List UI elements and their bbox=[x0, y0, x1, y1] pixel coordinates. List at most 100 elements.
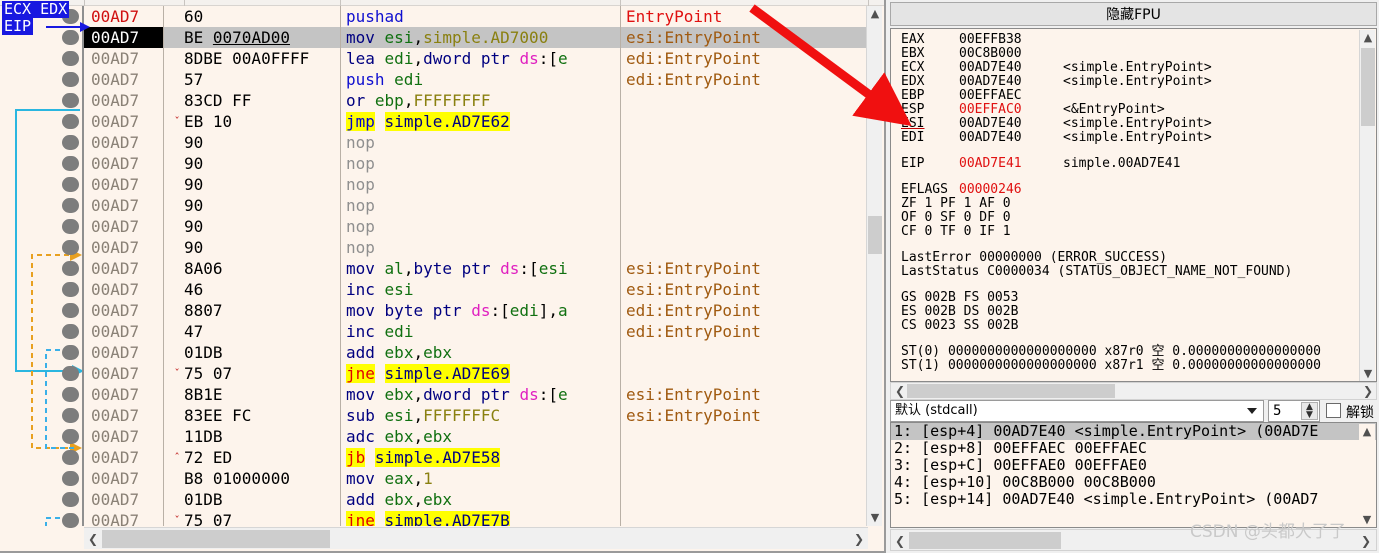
scroll-up-icon[interactable]: ▲ bbox=[1360, 30, 1376, 46]
scroll-right-icon[interactable]: ❯ bbox=[1357, 530, 1375, 552]
breakpoint-dot[interactable] bbox=[62, 177, 79, 192]
disassembly-row[interactable]: 00AD7 11DB adc ebx,ebx bbox=[84, 426, 870, 447]
stack-row[interactable]: 3: [esp+C] 00EFFAE0 00EFFAE0 bbox=[891, 457, 1376, 474]
breakpoint-dot[interactable] bbox=[62, 345, 79, 360]
register-value[interactable]: 00AD7E40 bbox=[959, 117, 1063, 131]
disassembly-row[interactable]: 00AD7 46 inc esi esi:EntryPoint bbox=[84, 279, 870, 300]
disassembly-row[interactable]: 00AD7 ˇ 75 07 jne simple.AD7E69 bbox=[84, 363, 870, 384]
argument-count-stepper[interactable]: 5 ▲ ▼ bbox=[1268, 400, 1320, 422]
disassembly-row[interactable]: 00AD7 90 nop bbox=[84, 132, 870, 153]
breakpoint-dot[interactable] bbox=[62, 429, 79, 444]
register-value[interactable]: 00EFFB38 bbox=[959, 33, 1063, 47]
register-row[interactable]: ECX 00AD7E40 <simple.EntryPoint> bbox=[891, 61, 1376, 75]
breakpoint-dot[interactable] bbox=[62, 513, 79, 528]
register-row[interactable]: EDI 00AD7E40 <simple.EntryPoint> bbox=[891, 131, 1376, 145]
breakpoint-dot[interactable] bbox=[62, 72, 79, 87]
disassembly-row[interactable]: 00AD7 90 nop bbox=[84, 216, 870, 237]
breakpoint-dot[interactable] bbox=[62, 93, 79, 108]
registers-horizontal-scrollbar[interactable]: ❮ ❯ bbox=[890, 382, 1377, 400]
scroll-left-icon[interactable]: ❮ bbox=[891, 530, 909, 552]
disassembly-row[interactable]: 00AD7 01DB add ebx,ebx bbox=[84, 342, 870, 363]
breakpoint-dot[interactable] bbox=[62, 114, 79, 129]
breakpoint-dot[interactable] bbox=[62, 408, 79, 423]
scroll-down-icon[interactable]: ▼ bbox=[867, 510, 883, 526]
breakpoint-dot[interactable] bbox=[62, 471, 79, 486]
register-value[interactable]: 00EFFAEC bbox=[959, 89, 1063, 103]
register-row[interactable]: ESI 00AD7E40 <simple.EntryPoint> bbox=[891, 117, 1376, 131]
stack-row[interactable]: 2: [esp+8] 00EFFAEC 00EFFAEC bbox=[891, 440, 1376, 457]
disassembly-row[interactable]: 00AD7 83CD FF or ebp,FFFFFFFF bbox=[84, 90, 870, 111]
breakpoint-dot[interactable] bbox=[62, 240, 79, 255]
disassembly-row[interactable]: 00AD7 90 nop bbox=[84, 174, 870, 195]
scrollbar-thumb[interactable] bbox=[1361, 48, 1375, 126]
register-value[interactable]: 00C8B000 bbox=[959, 47, 1063, 61]
disassembly-row[interactable]: 00AD7 90 nop bbox=[84, 237, 870, 258]
scroll-right-icon[interactable]: ❯ bbox=[850, 528, 868, 550]
register-row[interactable]: EDX 00AD7E40 <simple.EntryPoint> bbox=[891, 75, 1376, 89]
scroll-up-icon[interactable]: ▲ bbox=[867, 6, 883, 22]
disassembly-row[interactable]: 00AD7 8B1E mov ebx,dword ptr ds:[e esi:Entr… bbox=[84, 384, 870, 405]
disassembly-row[interactable]: 00AD7 BE 0070AD00 mov esi,simple.AD7000 esi… bbox=[84, 27, 870, 48]
disassembly-row[interactable]: 00AD7 01DB add ebx,ebx bbox=[84, 489, 870, 510]
disassembly-row[interactable]: 00AD7 8807 mov byte ptr ds:[edi],a edi:Entr… bbox=[84, 300, 870, 321]
disassembly-vertical-scrollbar[interactable]: ▲ ▼ bbox=[866, 6, 882, 526]
register-row[interactable]: EIP 00AD7E41 simple.00AD7E41 bbox=[891, 157, 1376, 171]
disassembly-row[interactable]: 00AD7 ˇ 75 07 jne simple.AD7E7B bbox=[84, 510, 870, 526]
register-value[interactable]: 00AD7E41 bbox=[959, 157, 1063, 171]
breakpoint-dot[interactable] bbox=[62, 303, 79, 318]
register-row[interactable]: EFLAGS 00000246 bbox=[891, 183, 1376, 197]
stack-row[interactable]: 1: [esp+4] 00AD7E40 <simple.EntryPoint> … bbox=[891, 423, 1376, 440]
registers-list[interactable]: EAX 00EFFB38 EBX 00C8B000 ECX 00AD7E40 <simple… bbox=[890, 28, 1377, 382]
breakpoint-dot-column[interactable] bbox=[60, 6, 84, 528]
stack-row[interactable]: 5: [esp+14] 00AD7E40 <simple.EntryPoint>… bbox=[891, 491, 1376, 508]
scroll-down-icon[interactable]: ▼ bbox=[1359, 512, 1375, 527]
breakpoint-dot[interactable] bbox=[62, 450, 79, 465]
disassembly-row[interactable]: 00AD7 ˆ 72 ED jb simple.AD7E58 bbox=[84, 447, 870, 468]
disassembly-row[interactable]: 00AD7 8DBE 00A0FFFF lea edi,dword ptr ds:[… bbox=[84, 48, 870, 69]
register-row[interactable]: EAX 00EFFB38 bbox=[891, 33, 1376, 47]
disassembly-row[interactable]: 00AD7 ˇ EB 10 jmp simple.AD7E62 bbox=[84, 111, 870, 132]
disassembly-horizontal-scrollbar[interactable]: ❮ ❯ bbox=[84, 527, 868, 549]
stack-row[interactable]: 4: [esp+10] 00C8B000 00C8B000 bbox=[891, 474, 1376, 491]
breakpoint-dot[interactable] bbox=[62, 51, 79, 66]
breakpoint-dot[interactable] bbox=[62, 324, 79, 339]
register-row[interactable]: EBP 00EFFAEC bbox=[891, 89, 1376, 103]
breakpoint-dot[interactable] bbox=[62, 366, 79, 381]
breakpoint-dot[interactable] bbox=[62, 492, 79, 507]
stepper-arrows-icon[interactable]: ▲ ▼ bbox=[1301, 402, 1318, 420]
scroll-down-icon[interactable]: ▼ bbox=[1360, 366, 1376, 381]
register-value[interactable]: 00AD7E40 bbox=[959, 131, 1063, 145]
breakpoint-dot[interactable] bbox=[62, 135, 79, 150]
breakpoint-dot[interactable] bbox=[62, 30, 79, 45]
stack-arguments-list[interactable]: 1: [esp+4] 00AD7E40 <simple.EntryPoint> … bbox=[890, 422, 1377, 528]
breakpoint-dot[interactable] bbox=[62, 387, 79, 402]
toggle-fpu-button[interactable]: 隐藏FPU bbox=[890, 2, 1377, 26]
breakpoint-dot[interactable] bbox=[62, 261, 79, 276]
scrollbar-thumb[interactable] bbox=[909, 532, 1061, 549]
register-value[interactable]: 00EFFAC0 bbox=[959, 103, 1063, 117]
breakpoint-dot[interactable] bbox=[62, 198, 79, 213]
register-row[interactable]: ESP 00EFFAC0 <&EntryPoint> bbox=[891, 103, 1376, 117]
lock-checkbox[interactable] bbox=[1326, 403, 1341, 418]
disassembly-row[interactable]: 00AD7 60 pushad EntryPoint bbox=[84, 6, 870, 27]
breakpoint-dot[interactable] bbox=[62, 282, 79, 297]
scrollbar-thumb[interactable] bbox=[102, 530, 330, 548]
breakpoint-dot[interactable] bbox=[62, 156, 79, 171]
disassembly-row[interactable]: 00AD7 90 nop bbox=[84, 195, 870, 216]
calling-convention-select[interactable]: 默认 (stdcall) bbox=[890, 400, 1264, 422]
scroll-right-icon[interactable]: ❯ bbox=[1359, 383, 1377, 399]
registers-vertical-scrollbar[interactable]: ▲ ▼ bbox=[1359, 30, 1376, 381]
stack-horizontal-scrollbar[interactable]: ❮ ❯ bbox=[890, 529, 1377, 551]
scroll-up-icon[interactable]: ▲ bbox=[1359, 424, 1375, 440]
register-value[interactable]: 00000246 bbox=[959, 183, 1063, 197]
register-value[interactable]: 00AD7E40 bbox=[959, 75, 1063, 89]
stack-vertical-scrollbar[interactable]: ▲ ▼ bbox=[1359, 424, 1375, 527]
disassembly-rows[interactable]: 00AD7 60 pushad EntryPoint 00AD7 BE 0070AD00 m… bbox=[84, 6, 870, 526]
register-value[interactable]: 00AD7E40 bbox=[959, 61, 1063, 75]
disassembly-row[interactable]: 00AD7 90 nop bbox=[84, 153, 870, 174]
register-row[interactable]: EBX 00C8B000 bbox=[891, 47, 1376, 61]
scrollbar-thumb[interactable] bbox=[907, 384, 1115, 398]
disassembly-row[interactable]: 00AD7 B8 01000000 mov eax,1 bbox=[84, 468, 870, 489]
disassembly-row[interactable]: 00AD7 57 push edi edi:EntryPoint bbox=[84, 69, 870, 90]
disassembly-row[interactable]: 00AD7 47 inc edi edi:EntryPoint bbox=[84, 321, 870, 342]
